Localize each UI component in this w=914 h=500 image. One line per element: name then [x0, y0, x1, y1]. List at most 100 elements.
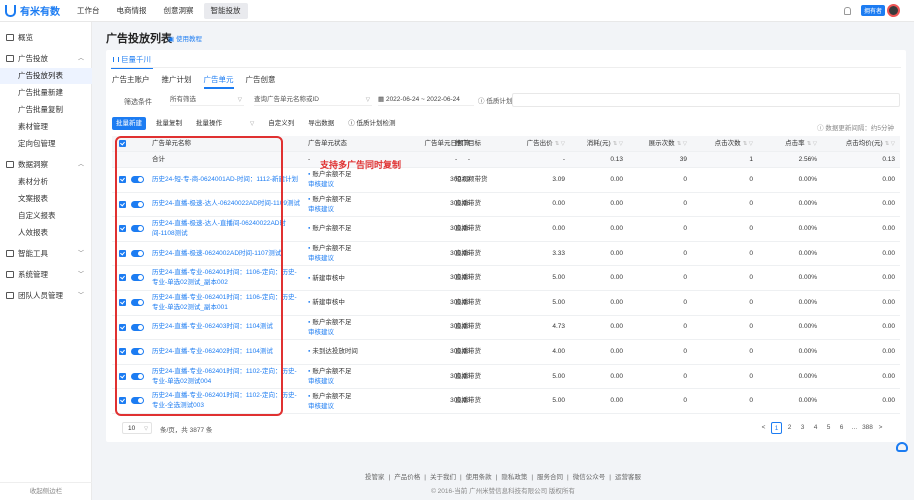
- footer-link[interactable]: 投管家: [365, 474, 385, 481]
- cell-ctr: 0.00%: [798, 372, 817, 380]
- nav-ecommerce[interactable]: 电商情报: [110, 3, 154, 19]
- review-suggestion-link[interactable]: 审核建议: [308, 328, 351, 338]
- ad-unit-search-select[interactable]: 查询广告单元名称或ID ▽: [254, 94, 372, 106]
- nav-smart-ads[interactable]: 智能投放: [203, 2, 248, 19]
- sidebar-item-material[interactable]: 素材管理: [0, 119, 92, 135]
- separator: |: [531, 474, 534, 481]
- column-header-impressions: 展示次数 ⇅ ▽: [648, 139, 687, 149]
- sidebar-item-batch-create[interactable]: 广告批量新建: [0, 85, 92, 101]
- page-button[interactable]: 6: [836, 422, 847, 434]
- low-plan-filter[interactable]: ⓘ 低质计划: [478, 95, 512, 105]
- cell-ad-unit-status: 账户余额不足审核建议: [308, 389, 378, 413]
- nav-workbench[interactable]: 工作台: [70, 3, 107, 19]
- page-size-select[interactable]: 10 ▽: [122, 422, 152, 434]
- page-button[interactable]: 388: [862, 422, 873, 434]
- sidebar-item-efficiency-report[interactable]: 人效报表: [0, 225, 92, 241]
- cell-bid: 5.00: [552, 397, 565, 405]
- filter-label: 筛选条件: [124, 99, 152, 106]
- sidebar-item-ads[interactable]: 广告投放 ︿: [0, 51, 92, 67]
- cell-impressions: 0: [683, 397, 687, 405]
- sidebar-item-system[interactable]: 系统管理 ﹀: [0, 267, 92, 283]
- tab-campaign[interactable]: 推广计划: [162, 74, 192, 89]
- cell-clicks: 0: [749, 200, 753, 208]
- cell-cpc: 0.00: [882, 298, 895, 306]
- app-logo[interactable]: 有米有数: [5, 3, 67, 18]
- review-suggestion-link[interactable]: 审核建议: [308, 254, 351, 264]
- batch-create-button[interactable]: 批量新建: [112, 117, 146, 130]
- column-header-clicks: 点击次数 ⇅ ▽: [714, 139, 753, 149]
- sort-icon[interactable]: ⇅ ▽: [677, 139, 687, 149]
- column-header-promotion-goal: 推广目标: [455, 139, 481, 147]
- headset-icon[interactable]: [896, 442, 908, 452]
- sidebar-item-batch-copy[interactable]: 广告批量复制: [0, 102, 92, 118]
- page-button[interactable]: 2: [784, 422, 795, 434]
- page-button[interactable]: 3: [797, 422, 808, 434]
- footer-link[interactable]: 服务合同: [537, 474, 563, 481]
- total-bid: -: [562, 155, 565, 163]
- cell-ad-unit-status: 账户余额不足审核建议: [308, 168, 378, 192]
- low-quality-check-button[interactable]: ⓘ 低质计划检测: [344, 117, 399, 130]
- sidebar-item-custom-report[interactable]: 自定义报表: [0, 208, 92, 224]
- footer-link[interactable]: 关于我们: [430, 474, 456, 481]
- footer-link[interactable]: 产品价格: [394, 474, 420, 481]
- sidebar-item-copy-report[interactable]: 文案报表: [0, 191, 92, 207]
- batch-copy-button[interactable]: 批量复制: [152, 117, 186, 130]
- export-button[interactable]: 导出数据: [304, 117, 338, 130]
- cell-bid: 5.00: [552, 274, 565, 282]
- page-button[interactable]: 4: [810, 422, 821, 434]
- cell-impressions: 0: [683, 224, 687, 232]
- tab-creative[interactable]: 广告创意: [246, 74, 276, 89]
- footer-link[interactable]: 微信公众号: [573, 474, 606, 481]
- bell-icon[interactable]: [843, 6, 851, 15]
- cell-impressions: 0: [683, 200, 687, 208]
- cell-clicks: 0: [749, 298, 753, 306]
- cell-impressions: 0: [683, 175, 687, 183]
- filter-select[interactable]: 所有筛选 ▽: [170, 94, 244, 106]
- chevron-up-icon: ︿: [77, 56, 84, 62]
- cell-ad-unit-status: 账户余额不足: [308, 217, 378, 241]
- avatar[interactable]: [887, 4, 900, 17]
- sidebar-item-targeting[interactable]: 定向包管理: [0, 136, 92, 152]
- annotation-note: 支持多广告同时复制: [320, 160, 402, 170]
- review-suggestion-link[interactable]: 审核建议: [308, 180, 351, 190]
- sidebar-item-material-analysis[interactable]: 素材分析: [0, 174, 92, 190]
- cell-impressions: 0: [683, 347, 687, 355]
- sort-icon[interactable]: ⇅ ▽: [555, 139, 565, 149]
- tab-ad-unit[interactable]: 广告单元: [203, 74, 234, 89]
- prev-page-button[interactable]: <: [758, 422, 769, 434]
- sidebar-item-insight[interactable]: 数据洞察 ︿: [0, 157, 92, 173]
- page-button[interactable]: 1: [771, 422, 782, 434]
- ads-icon: [6, 55, 14, 62]
- date-range-picker[interactable]: ▦ 2022-06-24 ~ 2022-06-24: [378, 94, 474, 106]
- filter-search-input[interactable]: [512, 93, 900, 107]
- cell-promotion-goal: 直播带货: [455, 274, 481, 282]
- batch-ops-dropdown[interactable]: 批量操作 ▽: [192, 117, 258, 130]
- sort-icon[interactable]: ⇅ ▽: [743, 139, 753, 149]
- calendar-icon: ▦: [378, 96, 386, 103]
- next-page-button[interactable]: >: [875, 422, 886, 434]
- footer-link[interactable]: 使用条款: [466, 474, 492, 481]
- footer-link[interactable]: 运营客服: [615, 474, 641, 481]
- cell-bid: 3.33: [552, 249, 565, 257]
- sidebar-item-overview[interactable]: 概览: [0, 30, 92, 46]
- footer-link[interactable]: 隐私政策: [501, 474, 527, 481]
- cell-cpc: 0.00: [882, 249, 895, 257]
- sidebar-item-ad-list[interactable]: 广告投放列表: [0, 68, 92, 84]
- sort-icon[interactable]: ⇅ ▽: [613, 139, 623, 149]
- review-suggestion-link[interactable]: 审核建议: [308, 205, 351, 215]
- chevron-down-icon: ▽: [250, 121, 255, 127]
- review-suggestion-link[interactable]: 审核建议: [308, 377, 351, 387]
- sort-icon[interactable]: ⇅ ▽: [807, 139, 817, 149]
- status-text: 账户余额不足: [308, 366, 351, 377]
- help-link[interactable]: ▣ 使用教程: [168, 33, 202, 43]
- tab-advertiser[interactable]: 广告主账户: [112, 74, 150, 89]
- sidebar-item-tools[interactable]: 智能工具 ﹀: [0, 246, 92, 262]
- status-text: 新建审核中: [308, 297, 345, 308]
- page-button[interactable]: 5: [823, 422, 834, 434]
- custom-columns-button[interactable]: 自定义列: [264, 117, 298, 130]
- sort-icon[interactable]: ⇅ ▽: [885, 139, 895, 149]
- sidebar-item-team[interactable]: 团队人员管理 ﹀: [0, 288, 92, 304]
- review-suggestion-link[interactable]: 审核建议: [308, 402, 351, 412]
- nav-creative[interactable]: 创意洞察: [157, 3, 201, 19]
- cell-ctr: 0.00%: [798, 224, 817, 232]
